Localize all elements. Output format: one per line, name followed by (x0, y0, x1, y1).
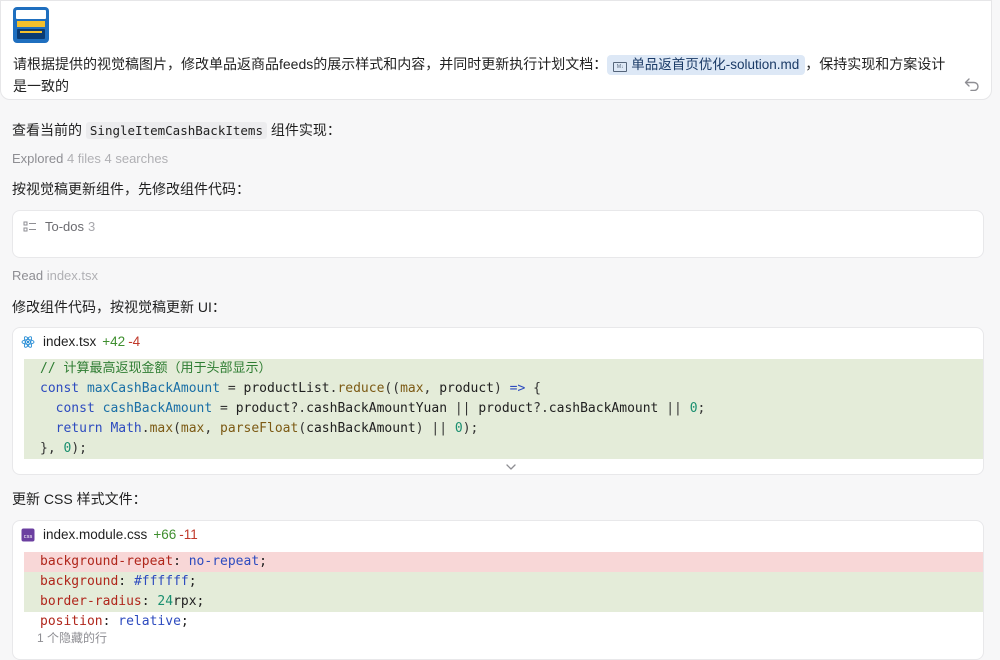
expand-chevron-icon[interactable] (505, 463, 517, 471)
code-line-text: return Math.max(max, parseFloat(cashBack… (55, 421, 479, 436)
hidden-rows-indicator[interactable]: 1 个隐藏的行 (37, 629, 107, 646)
explored-detail: 4 files 4 searches (66, 151, 169, 166)
assistant-line-view-component: 查看当前的 SingleItemCashBackItems 组件实现： (12, 120, 341, 140)
code-line-text: position: relative; (40, 614, 189, 629)
code-line: position: relative; (24, 612, 983, 632)
diff-added-count: +66 (153, 527, 177, 542)
code-line-text: border-radius: 24rpx; (40, 594, 205, 609)
diff-added-count: +42 (102, 334, 126, 349)
code-line: const maxCashBackAmount = productList.re… (24, 379, 983, 399)
diff-file-name: index.tsx +42 -4 (43, 334, 140, 349)
diff-card-index-tsx[interactable]: index.tsx +42 -4 // 计算最高返现金额（用于头部显示） const… (12, 327, 984, 475)
diff-code-block: background-repeat: no-repeat; background… (24, 552, 983, 632)
undo-icon[interactable] (964, 77, 980, 91)
react-file-icon (21, 336, 35, 348)
diff-code-block: // 计算最高返现金额（用于头部显示） const maxCashBackAmo… (24, 359, 983, 459)
assistant-line-modify-code: 修改组件代码，按视觉稿更新 UI： (12, 299, 226, 315)
todos-label: To-dos 3 (45, 219, 95, 234)
code-line-text: background: #ffffff; (40, 574, 197, 589)
code-line-text: }, 0); (40, 441, 87, 456)
svg-text:css: css (24, 534, 33, 540)
code-line-text: const maxCashBackAmount = productList.re… (40, 381, 541, 396)
code-line: background: #ffffff; (24, 572, 983, 592)
diff-removed-count: -11 (179, 527, 198, 542)
inline-code-component-name: SingleItemCashBackItems (85, 122, 267, 139)
attached-image-thumbnail[interactable] (13, 7, 49, 43)
diff-removed-count: -4 (128, 334, 141, 349)
code-line-text: const cashBackAmount = product?.cashBack… (55, 401, 706, 416)
code-line: border-radius: 24rpx; (24, 592, 983, 612)
diff-file-name: index.module.css +66 -11 (43, 527, 198, 542)
code-line: return Math.max(max, parseFloat(cashBack… (24, 419, 983, 439)
code-line: // 计算最高返现金额（用于头部显示） (24, 359, 983, 379)
user-message-prefix: 请根据提供的视觉稿图片，修改单品返商品feeds的展示样式和内容，并同时更新执行… (13, 56, 608, 72)
code-line-text: background-repeat: no-repeat; (40, 554, 267, 569)
read-label: Read (12, 268, 44, 283)
css-file-icon: css (21, 528, 35, 542)
read-file: index.tsx (46, 268, 99, 283)
user-message-card: 请根据提供的视觉稿图片，修改单品返商品feeds的展示样式和内容，并同时更新执行… (0, 0, 992, 100)
file-chip[interactable]: M↓ 单品返首页优化-solution.md (607, 55, 806, 75)
explored-summary[interactable]: Explored 4 files 4 searches (12, 151, 168, 166)
file-chip-label: 单品返首页优化-solution.md (631, 57, 800, 72)
diff-header[interactable]: index.tsx +42 -4 (13, 328, 983, 356)
diff-card-index-module-css[interactable]: css index.module.css +66 -11 background-re… (12, 520, 984, 660)
code-line: const cashBackAmount = product?.cashBack… (24, 399, 983, 419)
diff-file-name-text: index.tsx (43, 334, 97, 349)
markdown-file-icon: M↓ (613, 62, 628, 72)
checklist-icon (23, 221, 36, 232)
todos-label-text: To-dos (45, 219, 85, 234)
assistant-line-update-component: 按视觉稿更新组件，先修改组件代码： (12, 181, 250, 197)
todos-card[interactable]: To-dos 3 (12, 210, 984, 258)
diff-header[interactable]: css index.module.css +66 -11 (13, 521, 983, 549)
code-line: background-repeat: no-repeat; (24, 552, 983, 572)
assistant-line-update-css: 更新 CSS 样式文件： (12, 491, 147, 507)
user-message-text: 请根据提供的视觉稿图片，修改单品返商品feeds的展示样式和内容，并同时更新执行… (13, 53, 953, 97)
todos-count: 3 (88, 219, 96, 234)
code-line: }, 0); (24, 439, 983, 459)
assistant-line1-suffix: 组件实现： (270, 122, 341, 138)
diff-file-name-text: index.module.css (43, 527, 148, 542)
explored-label: Explored (12, 151, 64, 166)
read-summary[interactable]: Read index.tsx (12, 268, 98, 283)
assistant-line1-prefix: 查看当前的 (12, 122, 82, 138)
code-line-text: // 计算最高返现金额（用于头部显示） (40, 361, 272, 376)
